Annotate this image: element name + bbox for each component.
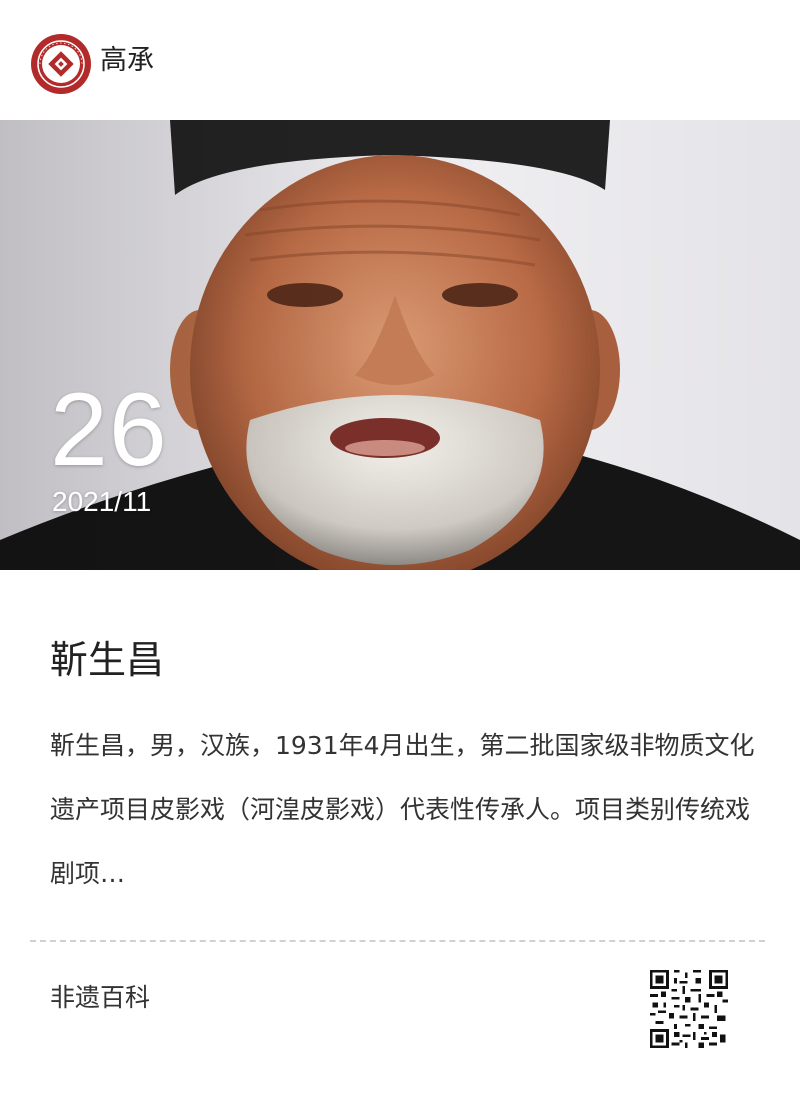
- header: 高承: [0, 0, 800, 120]
- article-title: 靳生昌: [50, 638, 165, 682]
- brand-name: 高承: [100, 45, 154, 76]
- qr-code-icon[interactable]: [650, 970, 728, 1048]
- share-card: 高承 26 2021/11 靳生昌 靳生昌，男，汉族，1931年4月出生，第二批…: [0, 0, 800, 1120]
- date-year-month: 2021/11: [52, 486, 152, 517]
- date-day: 26: [50, 372, 168, 488]
- source-label: 非遗百科: [50, 983, 151, 1012]
- heritage-seal-logo-icon: [30, 33, 92, 95]
- hero-banner: 26 2021/11: [0, 120, 800, 570]
- dashed-divider: [30, 940, 765, 942]
- article-summary: 靳生昌，男，汉族，1931年4月出生，第二批国家级非物质文化遗产项目皮影戏（河湟…: [50, 731, 755, 888]
